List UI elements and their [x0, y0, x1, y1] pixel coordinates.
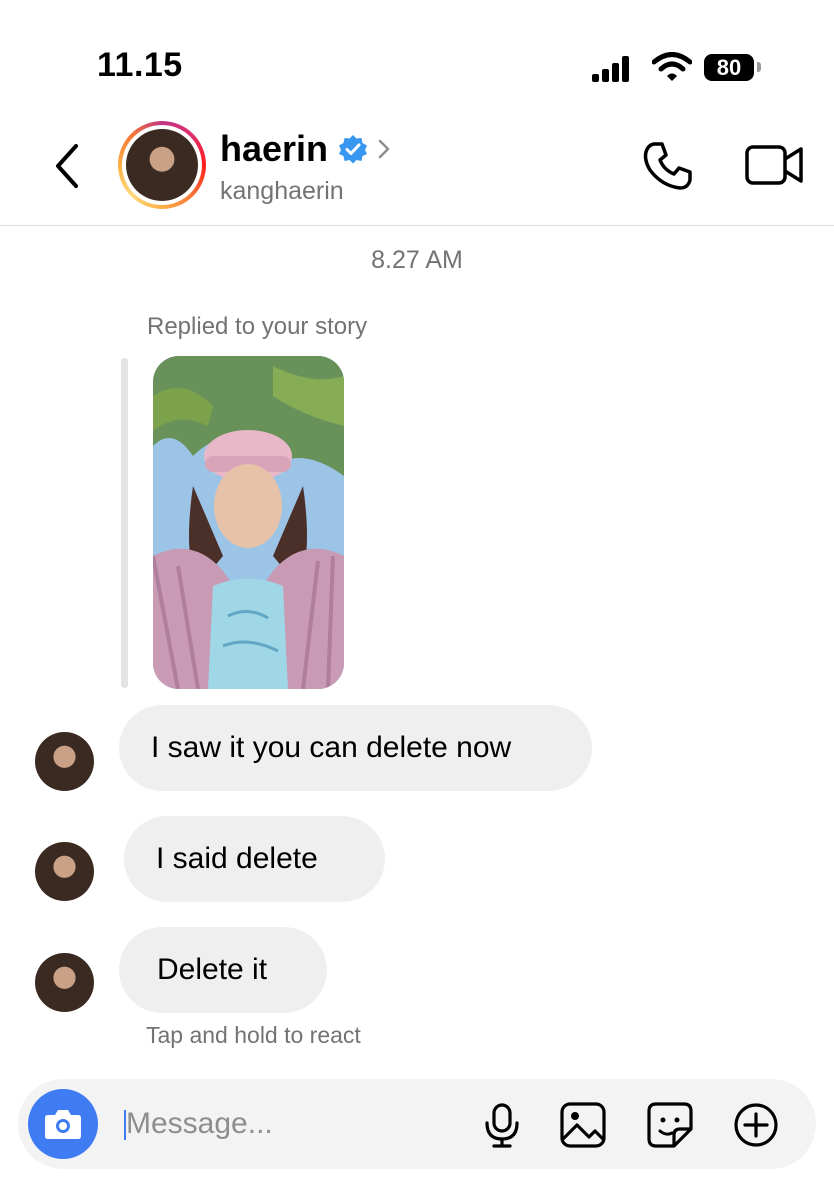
message-bubble[interactable]: I said delete	[124, 816, 385, 902]
avatar-photo	[126, 129, 198, 201]
react-hint: Tap and hold to react	[146, 1022, 361, 1048]
story-photo	[153, 356, 344, 689]
plus-icon[interactable]	[732, 1101, 780, 1149]
profile-avatar[interactable]	[118, 121, 206, 209]
battery-icon: 80	[704, 54, 754, 81]
battery-tip	[757, 62, 761, 72]
chevron-right-icon	[378, 139, 390, 159]
microphone-icon[interactable]	[478, 1101, 526, 1149]
phone-icon[interactable]	[640, 138, 696, 194]
gallery-icon[interactable]	[559, 1101, 607, 1149]
sender-avatar[interactable]	[35, 732, 94, 791]
verified-badge-icon	[339, 135, 368, 164]
message-text: I said delete	[156, 842, 318, 875]
message-bubble[interactable]: I saw it you can delete now	[119, 705, 592, 791]
back-arrow-icon[interactable]	[48, 140, 88, 192]
sender-avatar[interactable]	[35, 953, 94, 1012]
profile-name-row[interactable]: haerin	[220, 128, 392, 170]
signal-icon	[592, 50, 634, 82]
profile-name: haerin	[220, 128, 329, 169]
message-text: I saw it you can delete now	[151, 731, 512, 764]
sticker-icon[interactable]	[646, 1101, 694, 1149]
video-camera-icon[interactable]	[744, 142, 806, 188]
wifi-icon	[652, 52, 692, 81]
chat-timestamp: 8.27 AM	[371, 246, 463, 274]
camera-button[interactable]	[28, 1089, 98, 1159]
message-text: Delete it	[157, 953, 268, 986]
reply-indicator-line	[121, 358, 128, 688]
profile-username: kanghaerin	[220, 177, 344, 205]
conversation-header: haerin kanghaerin	[0, 110, 834, 226]
dm-screen: 11.15 80 haerin kanghaerin 8.27 AM Repli…	[0, 0, 834, 1200]
message-input[interactable]	[126, 1101, 456, 1147]
camera-icon	[45, 1110, 81, 1139]
story-thumbnail[interactable]	[153, 356, 344, 689]
status-time: 11.15	[97, 46, 183, 84]
message-bubble[interactable]: Delete it	[119, 927, 327, 1013]
message-composer	[18, 1079, 816, 1169]
story-reply-label: Replied to your story	[147, 313, 368, 340]
sender-avatar[interactable]	[35, 842, 94, 901]
